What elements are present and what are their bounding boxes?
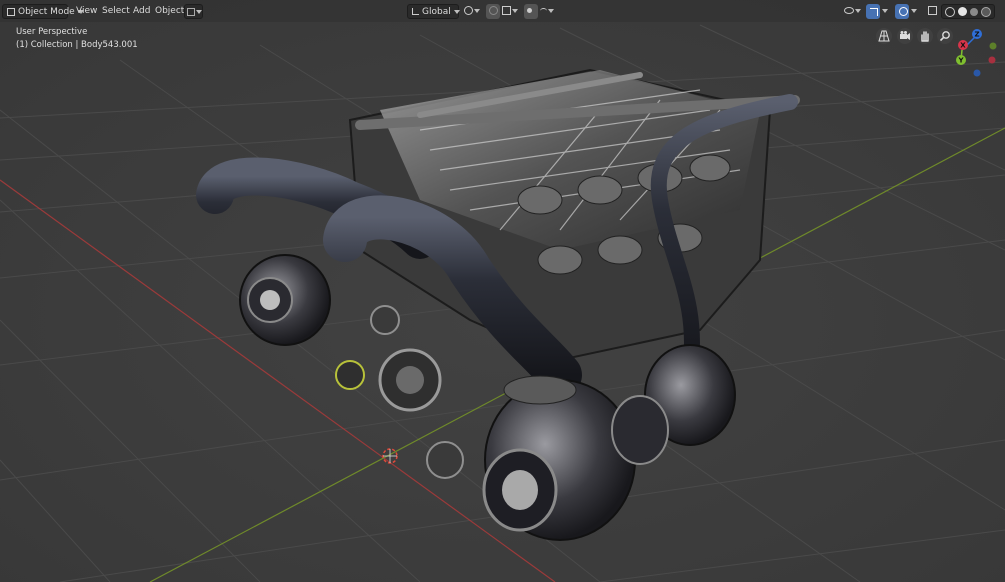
gizmo-arrow-icon <box>870 7 878 16</box>
gizmo-x-axis-label: X <box>960 42 966 50</box>
magnet-icon <box>489 6 498 15</box>
camera-icon <box>900 31 910 40</box>
chevron-down-icon <box>548 8 554 13</box>
orientation-axes-icon <box>412 8 419 15</box>
gizmo-neg-z-handle[interactable] <box>973 69 981 77</box>
3d-viewport[interactable] <box>0 0 1005 582</box>
snap-increment-icon <box>502 6 511 15</box>
object-visibility-dropdown[interactable] <box>842 4 864 19</box>
solid-shading-icon[interactable] <box>958 7 967 16</box>
camera-view-button[interactable] <box>897 28 913 44</box>
active-object-label: (1) Collection | Body543.001 <box>16 40 138 50</box>
shading-mode-group <box>941 4 995 19</box>
overlays-toggle-button[interactable] <box>895 4 909 19</box>
layers-icon <box>187 7 195 16</box>
grid-perspective-icon <box>878 30 890 42</box>
chevron-down-icon <box>474 8 480 13</box>
chevron-down-icon <box>855 8 861 13</box>
viewport-header: Object Mode View Select Add Object Globa… <box>0 0 1005 22</box>
gizmo-neg-x-handle[interactable] <box>988 56 996 64</box>
menu-object[interactable]: Object <box>151 4 188 19</box>
snap-toggle-button[interactable] <box>486 4 500 19</box>
rendered-shading-icon[interactable] <box>981 6 991 17</box>
gizmo-y-axis-label: Y <box>957 57 964 65</box>
proportional-falloff-dropdown[interactable] <box>538 4 558 19</box>
wireframe-shading-icon[interactable] <box>945 6 955 17</box>
layer-toggle-dropdown[interactable] <box>184 4 203 19</box>
chevron-down-icon <box>196 9 202 14</box>
pivot-point-dropdown[interactable] <box>462 4 482 19</box>
overlays-icon <box>899 7 908 16</box>
gizmo-toggle-button[interactable] <box>866 4 880 19</box>
chevron-down-icon <box>882 8 888 13</box>
interaction-mode-label: Object Mode <box>18 7 75 17</box>
navigation-gizmo[interactable]: Z X Y <box>946 26 1004 84</box>
xray-toggle-button[interactable] <box>925 4 939 19</box>
pan-view-button[interactable] <box>917 28 933 44</box>
eye-icon <box>844 7 854 14</box>
menu-view[interactable]: View <box>72 4 101 19</box>
chevron-down-icon <box>453 9 460 14</box>
transform-orientation-label: Global <box>422 7 451 17</box>
xray-icon <box>928 6 937 15</box>
toggle-perspective-button[interactable] <box>876 28 892 44</box>
overlays-options-dropdown[interactable] <box>909 4 919 19</box>
gizmo-options-dropdown[interactable] <box>880 4 890 19</box>
proportional-editing-toggle[interactable] <box>524 4 538 19</box>
gizmo-z-axis-label: Z <box>974 31 979 39</box>
transform-orientation-dropdown[interactable]: Global <box>407 4 460 19</box>
turbo-left <box>239 254 331 346</box>
hand-icon <box>921 31 929 42</box>
chevron-down-icon <box>512 8 518 13</box>
perspective-label: User Perspective <box>16 27 88 37</box>
interaction-mode-dropdown[interactable]: Object Mode <box>2 4 84 19</box>
gizmo-neg-y-handle[interactable] <box>989 42 997 50</box>
pivot-icon <box>464 6 473 15</box>
chevron-down-icon <box>911 8 917 13</box>
material-preview-shading-icon[interactable] <box>970 7 978 16</box>
viewport-info-overlay: User Perspective (1) Collection | Body54… <box>16 26 138 52</box>
object-mode-icon <box>7 7 15 16</box>
falloff-curve-icon <box>540 7 547 14</box>
snap-target-dropdown[interactable] <box>500 4 520 19</box>
proportional-editing-icon <box>527 8 532 13</box>
